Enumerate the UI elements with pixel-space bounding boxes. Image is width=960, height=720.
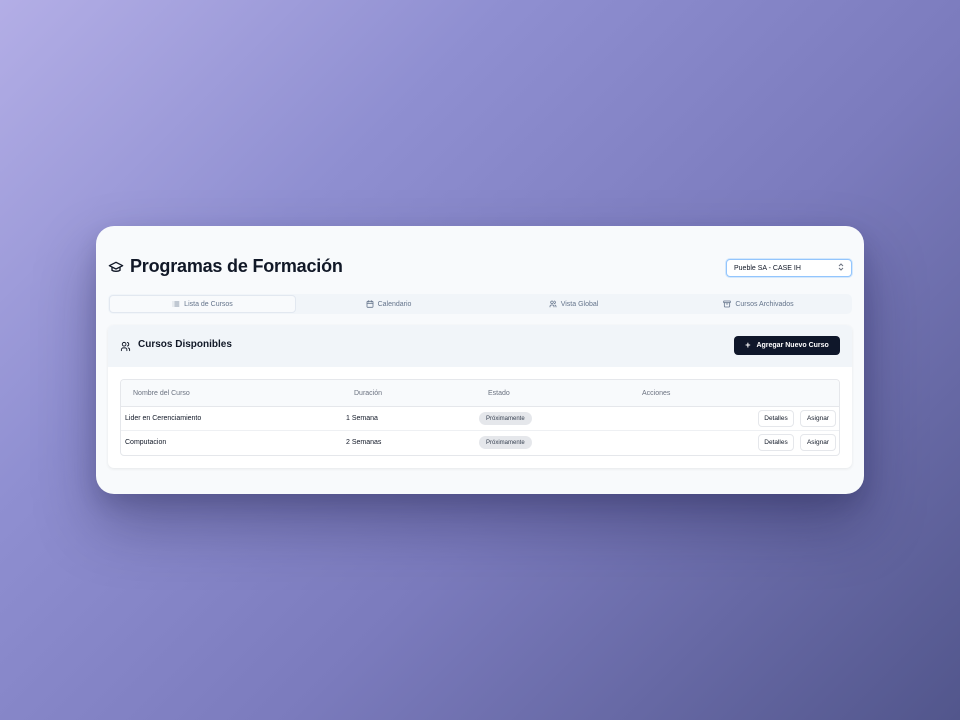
- company-select[interactable]: Pueble SA - CASE IH: [726, 259, 852, 277]
- app-window: Programas de Formación Pueble SA - CASE …: [96, 226, 864, 494]
- table-row: Computacion 2 Semanas Próximamente Detal…: [121, 431, 839, 455]
- graduation-cap-icon: [108, 259, 124, 275]
- tab-label: Vista Global: [560, 300, 599, 308]
- tab-global-view[interactable]: Vista Global: [481, 295, 666, 313]
- course-duration: 2 Semanas: [346, 439, 382, 446]
- chevron-up-down-icon: [838, 263, 844, 273]
- table-row: Lider en Cerenciamiento 1 Semana Próxima…: [121, 407, 839, 431]
- users-icon: [120, 339, 131, 352]
- courses-card: Cursos Disponibles + Agregar Nuevo Curso…: [108, 325, 852, 468]
- plus-icon: +: [745, 340, 751, 350]
- column-header-status: Estado: [488, 390, 510, 397]
- tab-archived-courses[interactable]: Cursos Archivados: [666, 295, 851, 313]
- tab-bar: Lista de Cursos Calendario Vista Global …: [108, 294, 852, 314]
- card-title-group: Cursos Disponibles: [120, 339, 232, 352]
- table-header: Nombre del Curso Duración Estado Accione…: [121, 380, 839, 407]
- tab-label: Cursos Archivados: [735, 300, 794, 308]
- archive-icon: [723, 300, 732, 308]
- company-select-value: Pueble SA - CASE IH: [734, 264, 801, 272]
- details-button[interactable]: Detalles: [758, 434, 794, 451]
- calendar-icon: [366, 300, 374, 308]
- tab-calendar[interactable]: Calendario: [296, 295, 481, 313]
- course-name: Lider en Cerenciamiento: [125, 415, 202, 422]
- course-duration: 1 Semana: [346, 415, 378, 422]
- list-icon: [172, 300, 180, 308]
- tab-course-list[interactable]: Lista de Cursos: [109, 295, 296, 313]
- users-icon: [549, 300, 557, 308]
- tab-label: Lista de Cursos: [184, 300, 233, 308]
- status-badge: Próximamente: [479, 412, 532, 425]
- card-title: Cursos Disponibles: [138, 339, 232, 350]
- column-header-actions: Acciones: [642, 390, 671, 397]
- column-header-name: Nombre del Curso: [133, 390, 190, 397]
- tab-label: Calendario: [377, 300, 412, 308]
- page-header: Programas de Formación Pueble SA - CASE …: [108, 256, 852, 282]
- course-name: Computacion: [125, 439, 167, 446]
- details-button[interactable]: Detalles: [758, 410, 794, 427]
- page-title: Programas de Formación: [130, 256, 343, 276]
- add-course-button-label: Agregar Nuevo Curso: [756, 342, 829, 349]
- assign-button[interactable]: Asignar: [800, 410, 836, 427]
- card-header: Cursos Disponibles + Agregar Nuevo Curso: [108, 325, 852, 367]
- courses-table: Nombre del Curso Duración Estado Accione…: [120, 379, 840, 456]
- add-course-button[interactable]: + Agregar Nuevo Curso: [734, 336, 840, 355]
- status-badge: Próximamente: [479, 436, 532, 449]
- column-header-duration: Duración: [354, 390, 383, 397]
- title-group: Programas de Formación: [108, 256, 343, 277]
- assign-button[interactable]: Asignar: [800, 434, 836, 451]
